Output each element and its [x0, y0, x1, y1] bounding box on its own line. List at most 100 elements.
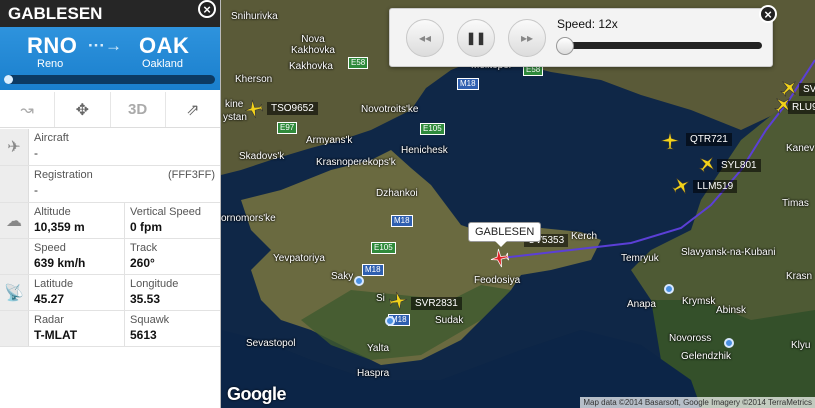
- share-icon: ⇗: [186, 101, 200, 119]
- longitude-value: 35.53: [130, 292, 161, 306]
- flight-details: ✈ Aircraft - Registration (FFF3FF) - ☁ Alti…: [0, 129, 220, 347]
- callsign-header: GABLESEN ×: [0, 0, 220, 27]
- place-label: Slavyansk-na-Kubani: [681, 247, 776, 258]
- speed-slider-handle[interactable]: [556, 37, 574, 55]
- rewind-icon: ◂◂: [418, 31, 432, 45]
- place-label: Novotroits'ke: [361, 104, 419, 115]
- three-d-button[interactable]: 3D: [111, 92, 166, 127]
- selected-aircraft-callout[interactable]: GABLESEN: [468, 222, 542, 247]
- place-label: Sevastopol: [246, 338, 296, 349]
- fast-forward-icon: ▸▸: [520, 31, 534, 45]
- aircraft-tag[interactable]: LLM519: [693, 180, 738, 193]
- close-panel-button[interactable]: ×: [198, 0, 216, 18]
- place-label: Si: [376, 293, 385, 304]
- place-label: Snihurivka: [231, 11, 278, 22]
- place-label: Nova Kakhovka: [291, 34, 335, 56]
- place-label: Armyans'k: [306, 135, 353, 146]
- route-button[interactable]: ↝: [0, 92, 56, 127]
- place-label: Yalta: [367, 343, 390, 354]
- latitude-label: Latitude: [34, 278, 74, 290]
- collapse-icon: ✥: [75, 101, 90, 119]
- speed-slider-track[interactable]: [560, 42, 762, 49]
- close-playback-button[interactable]: ×: [759, 5, 777, 23]
- aircraft-icon[interactable]: [659, 130, 681, 152]
- place-label: Kakhovka: [289, 61, 333, 72]
- selected-aircraft-icon[interactable]: [489, 247, 511, 269]
- center-button[interactable]: ✥: [55, 92, 111, 127]
- road-shield: E105: [420, 123, 445, 135]
- place-label: Temryuk: [621, 253, 659, 264]
- aircraft-value: -: [34, 146, 38, 160]
- aircraft-tag[interactable]: TSO9652: [267, 102, 318, 115]
- road-shield: M18: [457, 78, 479, 90]
- altitude-row: ☁ Altitude 10,359 m Vertical Speed 0 fpm: [0, 203, 220, 239]
- place-label: Dzhankoi: [376, 188, 418, 199]
- track-label: Track: [130, 242, 158, 254]
- radar-row: Radar T-MLAT Squawk 5613: [0, 311, 220, 347]
- location-pin-icon[interactable]: [354, 276, 364, 286]
- aircraft-tag[interactable]: RLU9: [788, 101, 815, 114]
- flight-progress-fill: [4, 75, 13, 84]
- road-shield: M18: [362, 264, 384, 276]
- place-label: Anapa: [627, 299, 656, 310]
- place-label: Sudak: [435, 315, 464, 326]
- place-label: Saky: [331, 271, 354, 282]
- close-icon: ×: [203, 1, 211, 17]
- aircraft-icon[interactable]: [696, 153, 718, 175]
- flight-progress-bar: [4, 75, 215, 84]
- location-pin-icon[interactable]: [664, 284, 674, 294]
- radar-label: Radar: [34, 314, 64, 326]
- route-arrow-icon: ···→: [88, 36, 122, 55]
- map-attribution[interactable]: Map data ©2014 Basarsoft, Google Imagery…: [580, 397, 815, 408]
- fast-forward-button[interactable]: ▸▸: [508, 19, 546, 57]
- place-label: Kerch: [571, 231, 598, 242]
- close-icon: ×: [764, 6, 772, 22]
- share-button[interactable]: ⇗: [166, 92, 220, 127]
- location-pin-icon[interactable]: [724, 338, 734, 348]
- aircraft-icon[interactable]: [778, 77, 800, 99]
- panel-toolbar: ↝ ✥ 3D ⇗: [0, 92, 220, 128]
- road-shield: E58: [348, 57, 369, 69]
- speed-label: Speed: [34, 242, 66, 254]
- callsign-title: GABLESEN: [8, 4, 103, 23]
- vertical-speed-label: Vertical Speed: [130, 206, 201, 218]
- aircraft-icon[interactable]: [670, 175, 692, 197]
- aircraft-tag[interactable]: SYL801: [717, 159, 761, 172]
- place-label: Abinsk: [716, 305, 747, 316]
- latitude-value: 45.27: [34, 292, 65, 306]
- location-pin-icon[interactable]: [385, 316, 395, 326]
- pause-button[interactable]: ❚❚: [457, 19, 495, 57]
- longitude-label: Longitude: [130, 278, 179, 290]
- place-label: Kherson: [235, 74, 273, 85]
- rewind-button[interactable]: ◂◂: [406, 19, 444, 57]
- aircraft-tag[interactable]: SV: [799, 83, 815, 96]
- squawk-label: Squawk: [130, 314, 170, 326]
- track-value: 260°: [130, 256, 155, 270]
- altitude-value: 10,359 m: [34, 220, 85, 234]
- aircraft-section-icon: ✈: [0, 129, 29, 165]
- aircraft-row: ✈ Aircraft -: [0, 129, 220, 166]
- place-label: Skadovs'k: [239, 151, 285, 162]
- radar-dish-icon: 📡: [0, 275, 29, 310]
- flight-info-panel: GABLESEN × RNO Reno ···→ OAK Oakland ↝ ✥…: [0, 0, 221, 408]
- aircraft-tag[interactable]: SVR2831: [411, 297, 462, 310]
- aircraft-tag[interactable]: QTR721: [686, 133, 732, 146]
- google-logo: Google: [227, 384, 287, 404]
- speed-row: Speed 639 km/h Track 260°: [0, 239, 220, 275]
- registration-value: -: [34, 183, 38, 197]
- aircraft-icon[interactable]: [387, 290, 409, 312]
- place-label: Gelendzhik: [681, 351, 732, 362]
- road-shield: E105: [371, 242, 396, 254]
- place-label: Henichesk: [401, 145, 448, 156]
- aircraft-icon[interactable]: [243, 98, 265, 120]
- place-label: Krymsk: [682, 296, 716, 307]
- pause-icon: ❚❚: [465, 31, 487, 45]
- registration-row: Registration (FFF3FF) -: [0, 166, 220, 203]
- three-d-label: 3D: [128, 101, 148, 118]
- vertical-speed-value: 0 fpm: [130, 220, 163, 234]
- speed-label: Speed: 12x: [557, 17, 618, 31]
- speed-value: 639 km/h: [34, 256, 86, 270]
- place-label: Krasn: [786, 271, 813, 282]
- position-row: 📡 Latitude 45.27 Longitude 35.53: [0, 275, 220, 311]
- origin-city: Reno: [37, 58, 64, 70]
